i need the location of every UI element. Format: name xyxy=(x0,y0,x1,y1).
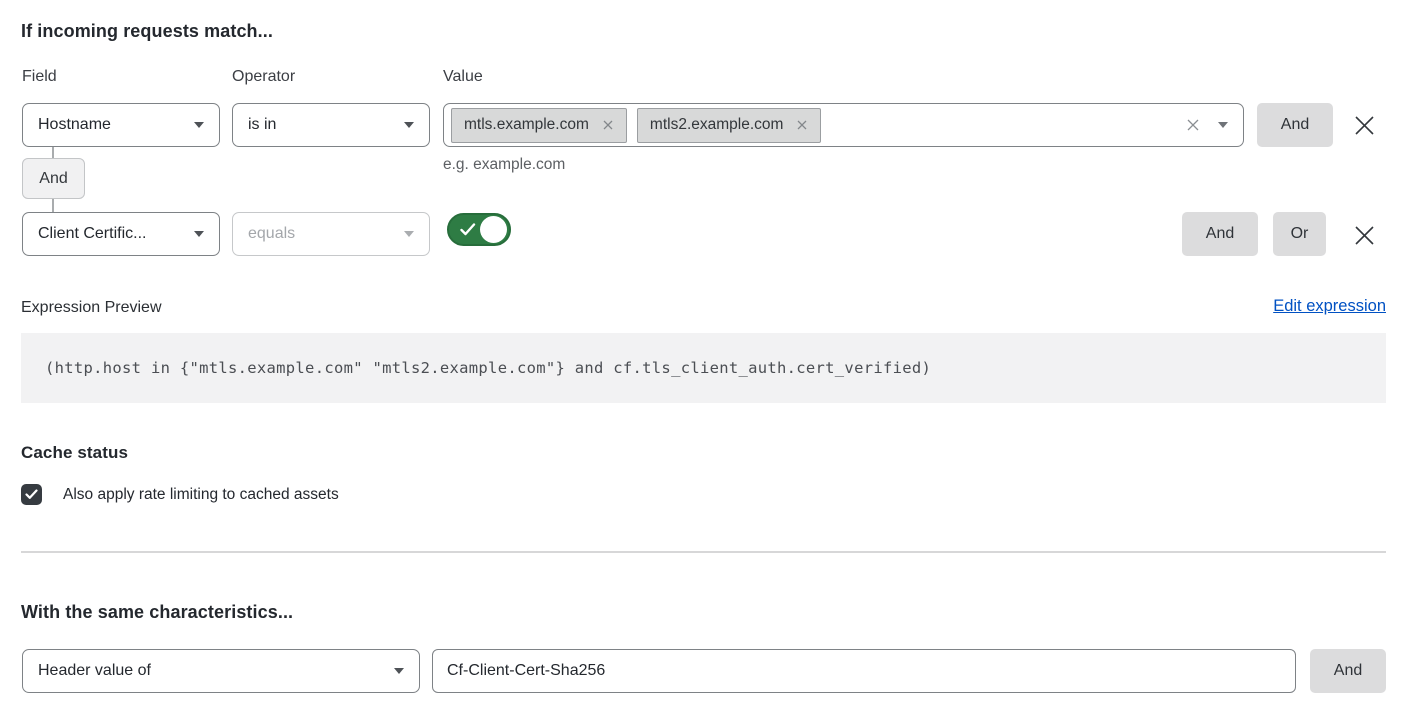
connector-line xyxy=(52,147,54,158)
connector-line xyxy=(52,199,54,212)
caret-down-icon xyxy=(194,231,204,237)
characteristic-select-value: Header value of xyxy=(38,662,151,680)
and-condition-button-row2[interactable]: And xyxy=(1182,212,1258,256)
checkmark-icon xyxy=(25,489,38,500)
or-condition-button-row2[interactable]: Or xyxy=(1273,212,1326,256)
value-tag-label: mtls.example.com xyxy=(464,116,589,134)
header-name-input[interactable] xyxy=(432,649,1296,693)
operator-select-row1[interactable]: is in xyxy=(232,103,430,147)
operator-select-row2-placeholder: equals xyxy=(248,225,295,243)
clear-values-icon[interactable] xyxy=(1185,117,1201,133)
section-divider xyxy=(21,551,1386,553)
checkmark-icon xyxy=(460,223,476,236)
caret-down-icon xyxy=(394,668,404,674)
cache-status-title: Cache status xyxy=(21,443,128,463)
cached-assets-checkbox-label: Also apply rate limiting to cached asset… xyxy=(63,486,339,504)
field-label: Field xyxy=(22,68,57,86)
tag-remove-icon[interactable] xyxy=(796,119,808,131)
caret-down-icon[interactable] xyxy=(1218,122,1228,128)
connector-and-button[interactable]: And xyxy=(22,158,85,199)
field-select-row2[interactable]: Client Certific... xyxy=(22,212,220,256)
value-tag-label: mtls2.example.com xyxy=(650,116,784,134)
edit-expression-link[interactable]: Edit expression xyxy=(1273,297,1386,316)
expression-code: (http.host in {"mtls.example.com" "mtls2… xyxy=(45,359,931,377)
value-tag: mtls.example.com xyxy=(451,108,627,143)
value-label: Value xyxy=(443,68,483,86)
field-select-row1[interactable]: Hostname xyxy=(22,103,220,147)
expression-preview-label: Expression Preview xyxy=(21,299,162,317)
and-condition-button-row1[interactable]: And xyxy=(1257,103,1333,147)
rule-builder: If incoming requests match... Field Oper… xyxy=(0,0,1420,720)
field-select-row2-value: Client Certific... xyxy=(38,225,146,243)
expression-code-block: (http.host in {"mtls.example.com" "mtls2… xyxy=(21,333,1386,403)
operator-select-row2-disabled: equals xyxy=(232,212,430,256)
caret-down-icon xyxy=(404,231,414,237)
caret-down-icon xyxy=(194,122,204,128)
value-multiselect[interactable]: mtls.example.com mtls2.example.com xyxy=(443,103,1244,147)
remove-condition-icon-row2[interactable] xyxy=(1350,221,1378,249)
toggle-knob xyxy=(480,216,507,243)
remove-condition-icon-row1[interactable] xyxy=(1350,111,1378,139)
value-tag: mtls2.example.com xyxy=(637,108,822,143)
operator-select-row1-value: is in xyxy=(248,116,276,134)
characteristic-select[interactable]: Header value of xyxy=(22,649,420,693)
value-helper-text: e.g. example.com xyxy=(443,156,565,174)
match-section-title: If incoming requests match... xyxy=(21,21,273,42)
operator-label: Operator xyxy=(232,68,295,86)
cached-assets-checkbox[interactable] xyxy=(21,484,42,505)
cert-verified-toggle[interactable] xyxy=(447,213,511,246)
tag-remove-icon[interactable] xyxy=(602,119,614,131)
caret-down-icon xyxy=(404,122,414,128)
characteristics-title: With the same characteristics... xyxy=(21,602,293,623)
add-characteristic-button[interactable]: And xyxy=(1310,649,1386,693)
field-select-row1-value: Hostname xyxy=(38,116,111,134)
